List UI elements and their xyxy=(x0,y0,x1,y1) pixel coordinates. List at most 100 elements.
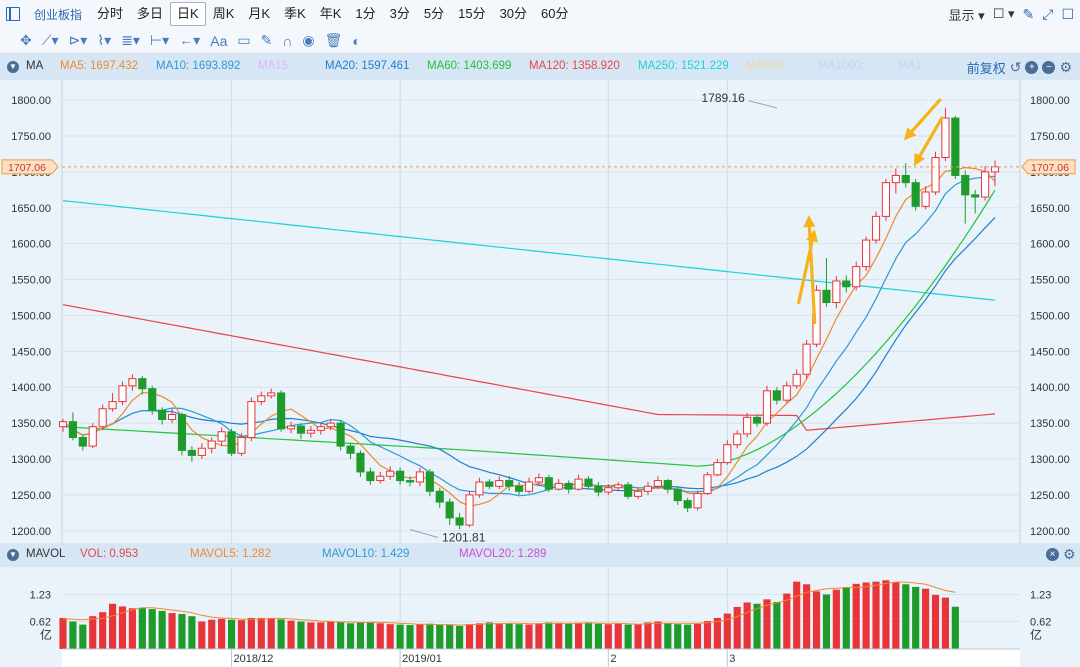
candle-body xyxy=(396,470,405,482)
volume-bar xyxy=(287,620,295,649)
volume-bar xyxy=(525,624,533,649)
period-3min[interactable]: 3分 xyxy=(383,3,417,25)
y-tick-right: 1600.00 xyxy=(1030,239,1070,251)
eye-icon[interactable]: ◉ xyxy=(302,32,314,49)
y-tick-left: 1650.00 xyxy=(11,203,51,215)
period-15min[interactable]: 15分 xyxy=(451,3,492,25)
volume-bar xyxy=(257,617,265,649)
candle-body xyxy=(782,385,791,401)
current-price-right: 1707.06 xyxy=(1031,162,1069,174)
y-tick-right: 1200.00 xyxy=(1030,526,1070,538)
vol-collapse-icon[interactable]: ▼ xyxy=(7,549,19,561)
window-icon[interactable]: ☐ xyxy=(1061,6,1074,23)
candle-body xyxy=(465,494,474,526)
ma-collapse-icon[interactable]: ▼ xyxy=(7,61,19,73)
volume-bar xyxy=(902,584,910,649)
period-quarterly[interactable]: 季K xyxy=(277,3,313,25)
polyline-icon[interactable]: ⌇▾ xyxy=(97,32,111,49)
period-30min[interactable]: 30分 xyxy=(493,3,534,25)
layout-dropdown[interactable]: ☐ ▾ xyxy=(993,6,1015,22)
period-multiday[interactable]: 多日 xyxy=(130,3,170,25)
move-icon[interactable]: ✥ xyxy=(20,32,32,49)
y-tick-right: 1800.00 xyxy=(1030,95,1070,107)
add-icon[interactable]: + xyxy=(1025,61,1039,74)
ray-icon[interactable]: ⊳▾ xyxy=(69,32,88,49)
period-yearly[interactable]: 年K xyxy=(313,3,349,25)
mavol5-label: MAVOL5: 1.282 xyxy=(190,548,271,560)
magnet-icon[interactable]: ∩ xyxy=(282,33,292,49)
remove-icon[interactable]: − xyxy=(1042,61,1056,74)
y-tick-left: 1350.00 xyxy=(11,418,51,430)
volume-bar xyxy=(634,624,642,649)
candle-body xyxy=(961,174,970,196)
volume-bar xyxy=(931,594,940,649)
candle-body xyxy=(862,239,871,268)
volume-bar xyxy=(495,623,503,649)
candle-body xyxy=(187,449,196,456)
vol-settings-icon[interactable]: ⚙ xyxy=(1063,546,1076,563)
candle-body xyxy=(98,408,107,428)
period-1min[interactable]: 1分 xyxy=(348,3,382,25)
candle-body xyxy=(822,289,831,304)
candle-body xyxy=(475,481,484,496)
candle-body xyxy=(614,484,623,489)
period-5min[interactable]: 5分 xyxy=(417,3,451,25)
annotation-leader xyxy=(748,100,777,109)
period-daily[interactable]: 日K xyxy=(170,2,206,26)
volume-bar xyxy=(69,621,77,649)
line-icon[interactable]: ⟋▾ xyxy=(42,32,59,49)
volume-bar xyxy=(812,591,821,649)
link-icon[interactable]: ◐ xyxy=(352,33,360,49)
volume-bar xyxy=(465,624,474,649)
index-name-tab[interactable]: 创业板指 xyxy=(26,6,90,23)
volume-bar xyxy=(158,610,166,649)
candle-body xyxy=(981,171,990,198)
sidebar-toggle-icon[interactable] xyxy=(0,1,26,27)
adjust-mode-button[interactable]: 前复权 xyxy=(967,58,1006,77)
candle-body xyxy=(931,157,940,193)
undo-icon[interactable]: ↺ xyxy=(1010,59,1022,76)
x-axis-label: 3 xyxy=(729,653,735,665)
candle-body xyxy=(534,477,543,483)
volume-bar xyxy=(922,588,930,649)
price-chart[interactable]: 1800.001800.001750.001750.001700.001700.… xyxy=(0,80,1080,543)
volume-chart[interactable]: 1.23 1.230.62 0.62亿 亿2018/12 2019/01 2 3 xyxy=(0,567,1080,667)
ma5-label: MA5: 1697.432 xyxy=(60,60,139,72)
pen-icon[interactable]: ✎ xyxy=(261,32,273,49)
period-60min[interactable]: 60分 xyxy=(534,3,575,25)
fib-icon[interactable]: ≣▾ xyxy=(121,32,140,49)
candle-body xyxy=(673,488,682,502)
candle-body xyxy=(762,390,772,424)
period-weekly[interactable]: 周K xyxy=(206,3,242,25)
volume-bar xyxy=(267,618,275,649)
range-icon[interactable]: ⊢▾ xyxy=(150,32,169,49)
fullscreen-icon[interactable]: ⤢ xyxy=(1042,6,1053,23)
volume-bar xyxy=(485,622,493,649)
period-toolbar: 创业板指 分时 多日 日K 周K 月K 季K 年K 1分 3分 5分 15分 3… xyxy=(0,0,1080,29)
arrow-icon[interactable]: ←▾ xyxy=(179,32,200,49)
candle-body xyxy=(267,392,276,397)
period-monthly[interactable]: 月K xyxy=(241,3,277,25)
candle-body xyxy=(515,485,524,492)
comment-icon[interactable]: ▭ xyxy=(237,32,250,49)
volume-bar xyxy=(555,622,563,649)
vol-tick-left: 0.62 xyxy=(30,617,51,629)
close-vol-icon[interactable]: × xyxy=(1046,548,1059,561)
volume-bar xyxy=(337,621,345,649)
volume-bar xyxy=(208,619,216,649)
y-tick-left: 1750.00 xyxy=(11,131,51,143)
y-tick-left: 1300.00 xyxy=(11,454,51,466)
volume-bar xyxy=(862,582,870,649)
brush-icon[interactable]: ✎ xyxy=(1023,6,1035,23)
text-icon[interactable]: Aa xyxy=(210,33,227,49)
volume-bar xyxy=(654,621,662,649)
display-dropdown[interactable]: 显示 ▾ xyxy=(949,5,985,24)
settings-icon[interactable]: ⚙ xyxy=(1059,59,1072,76)
candle-body xyxy=(881,182,891,217)
trash-icon[interactable]: 🗑 xyxy=(325,32,343,49)
volume-bar xyxy=(59,617,67,649)
volume-bar xyxy=(446,625,454,649)
y-tick-left: 1450.00 xyxy=(11,346,51,358)
period-fenshi[interactable]: 分时 xyxy=(90,3,130,25)
candle-body xyxy=(852,266,861,288)
